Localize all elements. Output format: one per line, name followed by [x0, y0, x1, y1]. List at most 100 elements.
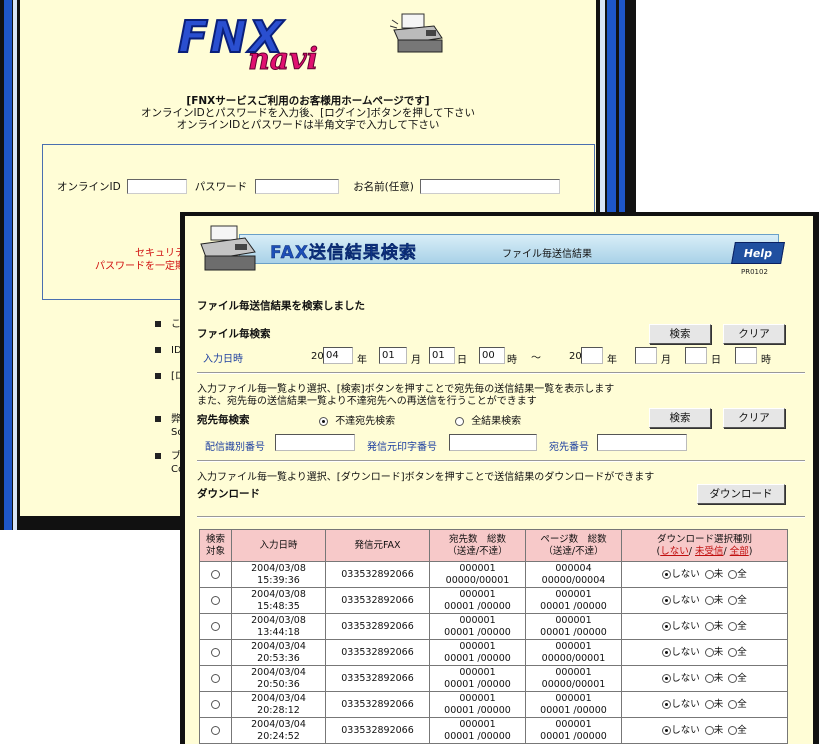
- row-sender-fax: 033532892066: [325, 613, 430, 640]
- row-datetime: 2004/03/08 15:48:35: [231, 587, 326, 614]
- divider: [197, 372, 805, 374]
- name-label: お名前(任意): [353, 181, 414, 193]
- dl-all-radio[interactable]: [728, 699, 738, 709]
- dl-unsent-radio[interactable]: [704, 647, 714, 657]
- row-select-radio[interactable]: [211, 647, 220, 657]
- from-year-input[interactable]: 04: [323, 347, 353, 364]
- to-day-input[interactable]: [685, 347, 707, 364]
- window-stripe: [13, 0, 17, 530]
- dl-none-label: しない: [671, 568, 700, 580]
- select-all-full-link[interactable]: 全部: [730, 546, 749, 557]
- row-download-options: しない 未 全: [621, 639, 788, 666]
- select-all-none-link[interactable]: しない: [660, 546, 689, 557]
- help-button[interactable]: Help: [731, 242, 785, 264]
- window-stripe: [4, 0, 12, 530]
- dl-all-radio[interactable]: [728, 569, 738, 579]
- dl-none-radio[interactable]: [662, 621, 672, 631]
- dl-none-radio[interactable]: [662, 569, 672, 579]
- fax-machine-icon: [390, 13, 443, 53]
- radio-all[interactable]: [455, 416, 464, 426]
- row-select-radio[interactable]: [211, 725, 220, 735]
- to-year-input[interactable]: [581, 347, 603, 364]
- dl-none-radio[interactable]: [662, 725, 672, 735]
- radio-undelivered-option[interactable]: 不達宛先検索: [319, 412, 395, 427]
- delivery-id-input[interactable]: [275, 434, 355, 451]
- dl-all-radio[interactable]: [728, 595, 738, 605]
- row-select-radio[interactable]: [211, 621, 220, 631]
- dl-none-radio[interactable]: [662, 699, 672, 709]
- to-month-input[interactable]: [635, 347, 657, 364]
- row-select-radio[interactable]: [211, 699, 220, 709]
- dest-search-button[interactable]: 検索: [649, 408, 711, 428]
- dl-none-radio[interactable]: [662, 595, 672, 605]
- file-clear-button[interactable]: クリア: [723, 324, 785, 344]
- dl-unsent-radio[interactable]: [704, 595, 714, 605]
- row-select-radio[interactable]: [211, 595, 220, 605]
- month-unit: 月: [661, 355, 671, 366]
- table-row: 2004/03/04 20:53:36 033532892066 000001 00…: [199, 639, 788, 666]
- dl-all-label: 全: [737, 672, 747, 684]
- date-label: 入力日時: [203, 354, 243, 365]
- dl-all-label: 全: [737, 646, 747, 658]
- table-row: 2004/03/04 20:28:12 033532892066 000001 00…: [199, 691, 788, 718]
- results-table: 検索 対象 入力日時 発信元FAX 宛先数 総数 （送達/不達） ページ数 総数 （送…: [199, 529, 788, 744]
- row-select-cell: [199, 613, 232, 640]
- row-download-options: しない 未 全: [621, 691, 788, 718]
- dl-unsent-label: 未: [713, 568, 724, 580]
- fnx-navi-logo: FNX navi: [177, 11, 408, 84]
- dl-unsent-radio[interactable]: [704, 725, 714, 735]
- download-button[interactable]: ダウンロード: [697, 484, 785, 504]
- dl-unsent-radio[interactable]: [704, 673, 714, 683]
- to-hour-input[interactable]: [735, 347, 757, 364]
- file-search-button[interactable]: 検索: [649, 324, 711, 344]
- row-select-cell: [199, 665, 232, 692]
- download-heading: ダウンロード: [197, 488, 260, 500]
- dest-clear-button[interactable]: クリア: [723, 408, 785, 428]
- name-input[interactable]: [419, 179, 560, 194]
- result-message: ファイル毎送信結果を検索しました: [197, 300, 365, 312]
- to-prefix: 20: [569, 351, 582, 362]
- table-row: 2004/03/08 15:48:35 033532892066 000001 00…: [199, 587, 788, 614]
- online-id-input[interactable]: [126, 179, 187, 194]
- dl-unsent-label: 未: [713, 724, 724, 736]
- from-month-input[interactable]: 01: [379, 347, 407, 364]
- table-row: 2004/03/08 15:39:36 033532892066 000001 00…: [199, 561, 788, 588]
- password-label: パスワード: [194, 181, 248, 193]
- fax-search-panel: FAX送信結果検索 ファイル毎送信結果 Help PR0102 ファイル毎送信結…: [185, 216, 813, 744]
- radio-all-option[interactable]: 全結果検索: [455, 412, 521, 427]
- dl-none-label: しない: [671, 724, 700, 736]
- row-dest-count: 000001 00001 /00000: [429, 639, 526, 666]
- dl-none-radio[interactable]: [662, 647, 672, 657]
- row-datetime: 2004/03/04 20:53:36: [231, 639, 326, 666]
- row-select-cell: [199, 691, 232, 718]
- password-input[interactable]: [255, 179, 340, 194]
- dl-none-radio[interactable]: [662, 673, 672, 683]
- dest-number-input[interactable]: [597, 434, 687, 451]
- login-field-row: オンラインID パスワード お名前(任意): [57, 179, 560, 194]
- col-dest-count: 宛先数 総数 （送達/不達）: [429, 529, 526, 562]
- dl-all-radio[interactable]: [728, 647, 738, 657]
- select-all-unsent-link[interactable]: 未受信: [695, 546, 724, 557]
- row-dest-count: 000001 00001 /00000: [429, 587, 526, 614]
- year-unit: 年: [607, 355, 617, 366]
- dl-all-radio[interactable]: [728, 673, 738, 683]
- dl-unsent-radio[interactable]: [704, 569, 714, 579]
- dl-unsent-radio[interactable]: [704, 621, 714, 631]
- dl-all-radio[interactable]: [728, 725, 738, 735]
- from-day-input[interactable]: 01: [429, 347, 455, 364]
- dl-unsent-radio[interactable]: [704, 699, 714, 709]
- radio-undelivered[interactable]: [319, 416, 328, 426]
- col-datetime: 入力日時: [231, 529, 326, 562]
- row-page-count: 000001 00001 /00000: [525, 587, 622, 614]
- page-title: FAX送信結果検索: [270, 243, 417, 263]
- row-select-radio[interactable]: [211, 569, 220, 579]
- row-select-radio[interactable]: [211, 673, 220, 683]
- dl-none-label: しない: [671, 646, 700, 658]
- row-sender-fax: 033532892066: [325, 717, 430, 744]
- col-download-type: ダウンロード選択種別 (しない/ 未受信/ 全部): [621, 529, 788, 562]
- row-select-cell: [199, 587, 232, 614]
- from-hour-input[interactable]: 00: [479, 347, 505, 364]
- dl-all-label: 全: [737, 698, 747, 710]
- sender-print-input[interactable]: [449, 434, 537, 451]
- dl-all-radio[interactable]: [728, 621, 738, 631]
